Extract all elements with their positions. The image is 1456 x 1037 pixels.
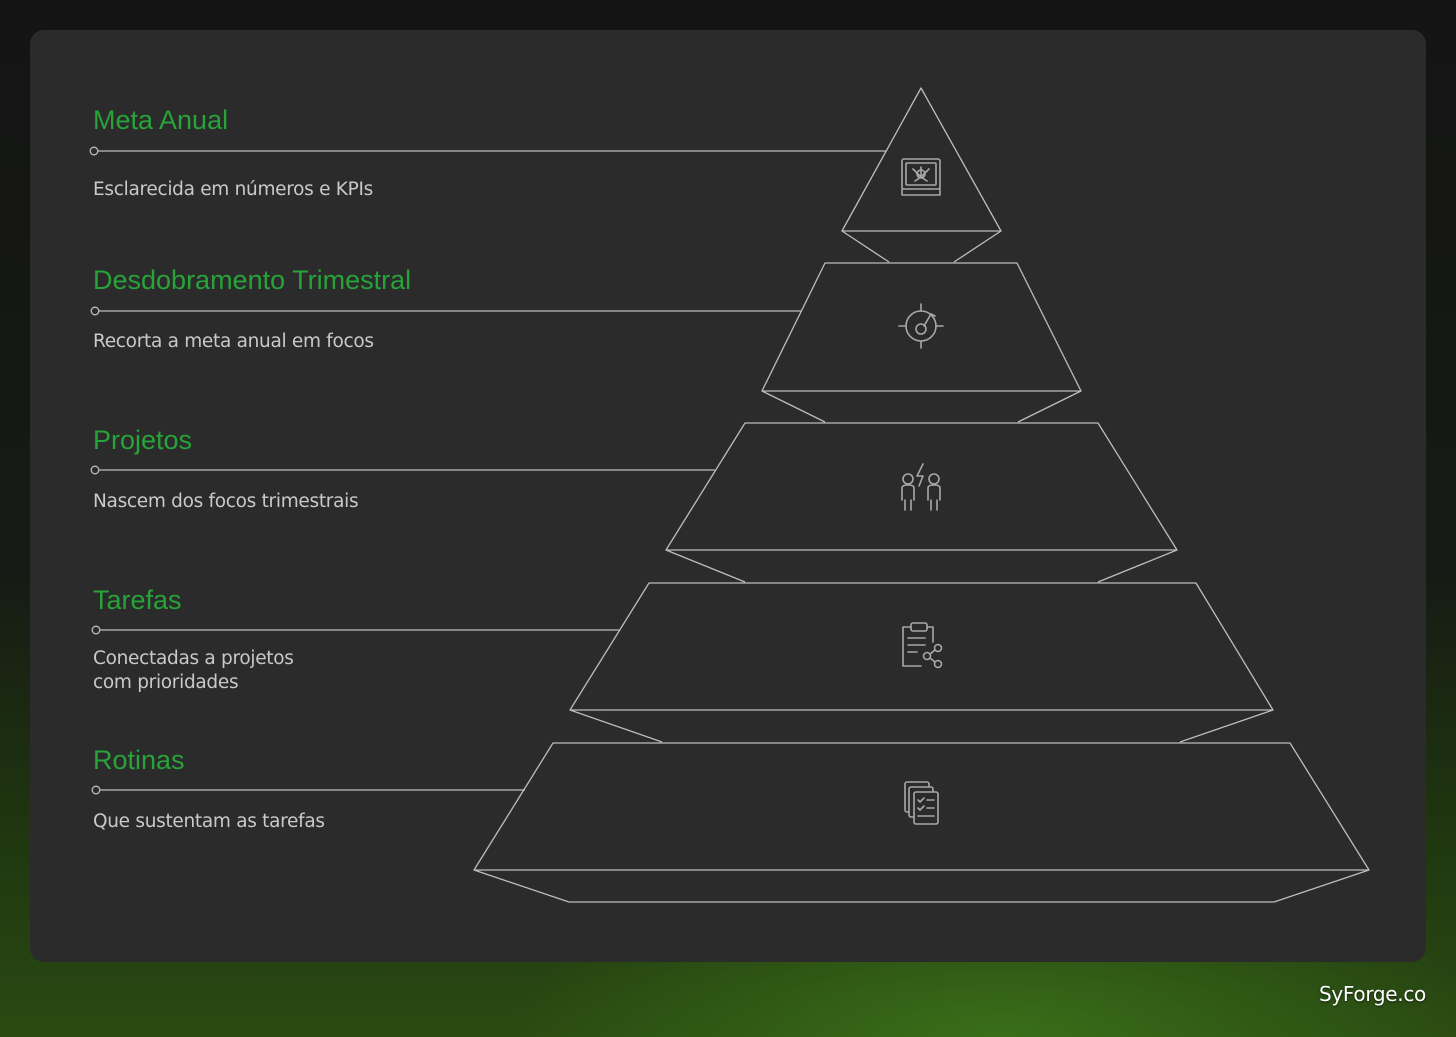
level-description-meta-anual: Esclarecida em números e KPIs — [93, 179, 373, 200]
brand-watermark: SyForge.co — [1318, 982, 1426, 1006]
level-description-tarefas: Conectadas a projetos com prioridades — [93, 648, 294, 693]
level-description-projetos: Nascem dos focos trimestrais — [93, 491, 359, 512]
level-description-desdobramento: Recorta a meta anual em focos — [93, 331, 374, 352]
connector-line-tarefas — [91, 625, 620, 635]
pyramid-level-tarefas — [569, 582, 1274, 743]
level-title-projetos: Projetos — [93, 425, 193, 455]
connector-line-desdobramento — [90, 306, 802, 316]
certificate-icon — [901, 158, 941, 196]
level-title-meta-anual: Meta Anual — [93, 105, 229, 135]
document-checklist-icon — [904, 781, 939, 825]
connector-line-projetos — [90, 465, 715, 475]
connector-line-rotinas — [91, 785, 525, 795]
pyramid-diagram — [89, 87, 1370, 903]
pyramid-level-projetos — [665, 422, 1178, 583]
clipboard-share-icon — [902, 622, 943, 669]
level-title-tarefas: Tarefas — [93, 585, 182, 615]
team-energy-icon — [901, 463, 941, 511]
level-description-rotinas: Que sustentam as tarefas — [93, 811, 325, 832]
level-title-rotinas: Rotinas — [93, 745, 185, 775]
level-title-desdobramento: Desdobramento Trimestral — [93, 265, 412, 295]
connector-line-meta-anual — [89, 146, 886, 156]
target-icon — [898, 303, 944, 349]
